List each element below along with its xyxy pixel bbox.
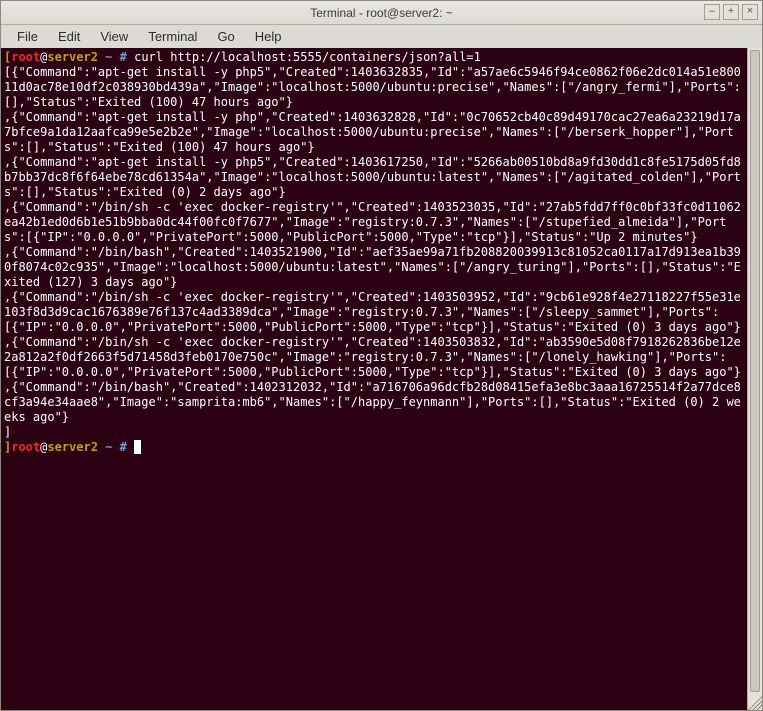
terminal-area[interactable]: [root@server2 ~ # curl http://localhost:…: [1, 48, 747, 710]
resize-grip[interactable]: [748, 696, 762, 710]
menu-help[interactable]: Help: [245, 27, 292, 46]
window-controls: – + ×: [704, 4, 758, 20]
close-button[interactable]: ×: [742, 4, 758, 20]
titlebar[interactable]: Terminal - root@server2: ~ – + ×: [1, 1, 762, 25]
prompt2-user: root: [11, 440, 40, 454]
prompt-hash: #: [120, 50, 127, 64]
terminal-wrap: [root@server2 ~ # curl http://localhost:…: [1, 48, 762, 710]
menubar: File Edit View Terminal Go Help: [1, 25, 762, 48]
prompt2-hash: #: [120, 440, 127, 454]
menu-view[interactable]: View: [90, 27, 138, 46]
menu-edit[interactable]: Edit: [48, 27, 90, 46]
window-title: Terminal - root@server2: ~: [1, 6, 762, 20]
scrollbar[interactable]: [747, 48, 762, 710]
command-line: curl http://localhost:5555/containers/js…: [127, 50, 481, 64]
menu-go[interactable]: Go: [207, 27, 244, 46]
prompt-user: root: [11, 50, 40, 64]
prompt2-path: ~: [98, 440, 120, 454]
minimize-button[interactable]: –: [704, 4, 720, 20]
prompt-path: ~: [98, 50, 120, 64]
command-output: [{"Command":"apt-get install -y php5","C…: [4, 65, 741, 439]
cursor: [134, 440, 141, 454]
prompt2-host: server2: [47, 440, 98, 454]
scrollbar-thumb[interactable]: [750, 50, 760, 692]
terminal-window: Terminal - root@server2: ~ – + × File Ed…: [0, 0, 763, 711]
menu-file[interactable]: File: [7, 27, 48, 46]
menu-terminal[interactable]: Terminal: [138, 27, 207, 46]
maximize-button[interactable]: +: [723, 4, 739, 20]
prompt-host: server2: [47, 50, 98, 64]
